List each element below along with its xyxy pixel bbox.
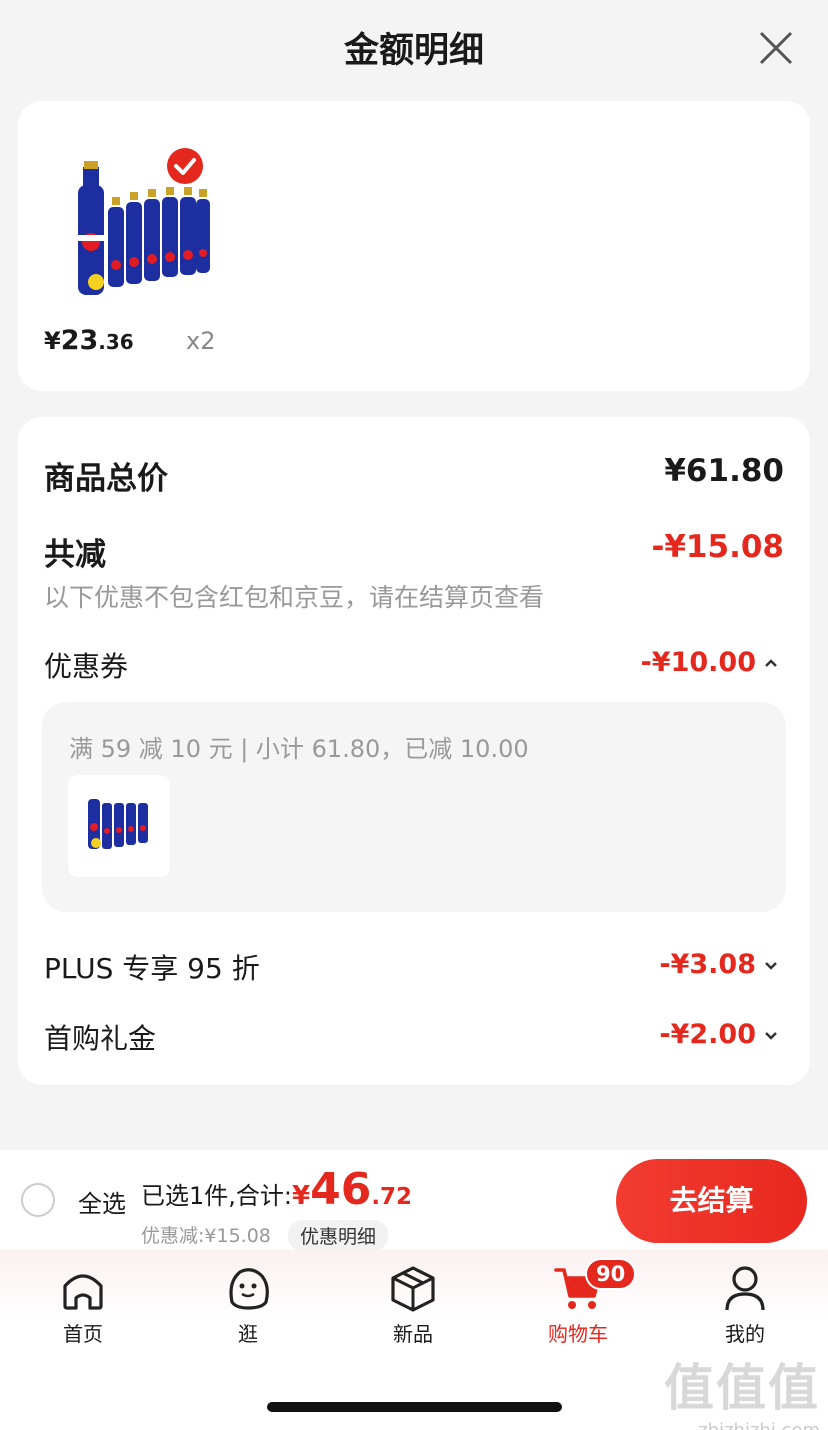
box-icon xyxy=(391,1266,435,1312)
coupon-label: 优惠券 xyxy=(44,650,129,683)
reduce-value: -¥15.08 xyxy=(651,529,785,565)
tab-label: 首页 xyxy=(63,1322,103,1346)
summary-line: 已选1件,合计: ¥46.72 xyxy=(141,1164,412,1215)
total-amount: ¥46.72 xyxy=(292,1164,412,1215)
chevron-down-icon xyxy=(765,1031,777,1040)
tab-label: 我的 xyxy=(725,1322,765,1346)
price-integer: 23 xyxy=(60,325,99,356)
product-thumbnail-image xyxy=(88,799,148,849)
total-label: 商品总价 xyxy=(44,461,168,497)
chevron-up-icon xyxy=(765,658,777,667)
coupon-product-thumbnail xyxy=(68,775,170,877)
total-integer: 46 xyxy=(310,1164,372,1215)
watermark-url: zhizhizhi.com xyxy=(664,1420,820,1430)
plus-discount-label: PLUS 专享 95 折 xyxy=(44,952,260,985)
home-indicator xyxy=(267,1402,562,1412)
watermark-logo: 值值值 xyxy=(664,1359,820,1417)
tab-new[interactable]: 新品 xyxy=(358,1262,468,1347)
first-purchase-gift-label: 首购礼金 xyxy=(44,1022,157,1055)
browse-icon xyxy=(229,1268,269,1310)
tab-label: 新品 xyxy=(393,1322,433,1346)
product-quantity: x2 xyxy=(186,327,216,355)
selected-check-icon[interactable] xyxy=(166,147,204,185)
user-icon xyxy=(725,1266,765,1311)
coupon-value: -¥10.00 xyxy=(640,647,756,678)
plus-discount-toggle[interactable]: -¥3.08 xyxy=(659,949,780,980)
tab-label: 逛 xyxy=(238,1322,258,1346)
price-decimal: .36 xyxy=(98,330,134,354)
home-icon xyxy=(63,1274,103,1310)
first-purchase-gift-value: -¥2.00 xyxy=(659,1019,756,1050)
cart-count-badge: 90 xyxy=(585,1258,637,1290)
tab-browse[interactable]: 逛 xyxy=(193,1262,303,1347)
first-purchase-gift-toggle[interactable]: -¥2.00 xyxy=(659,1019,780,1050)
tab-cart[interactable]: 购物车 90 xyxy=(523,1258,637,1347)
watermark: 值值值 zhizhizhi.com xyxy=(664,1348,820,1430)
checkout-bar: 全选 已选1件,合计: ¥46.72 优惠减:¥15.08 优惠明细 去结算 xyxy=(0,1150,828,1251)
price-symbol: ¥ xyxy=(44,327,61,355)
total-symbol: ¥ xyxy=(291,1181,311,1211)
total-value: ¥61.80 xyxy=(664,453,784,489)
product-card: ¥23.36 x2 xyxy=(18,101,810,391)
select-all-label[interactable]: 全选 xyxy=(78,1184,126,1219)
header: 金额明细 xyxy=(0,0,828,96)
discount-detail-link[interactable]: 优惠明细 xyxy=(288,1220,389,1251)
reduce-note: 以下优惠不包含红包和京豆，请在结算页查看 xyxy=(44,583,545,612)
coupon-detail-box: 满 59 减 10 元 | 小计 61.80，已减 10.00 xyxy=(42,702,786,912)
page-title: 金额明细 xyxy=(343,31,484,71)
discount-summary: 优惠减:¥15.08 xyxy=(141,1225,271,1247)
tab-me[interactable]: 我的 xyxy=(690,1262,800,1347)
coupon-rule-text: 满 59 减 10 元 | 小计 61.80，已减 10.00 xyxy=(69,735,529,763)
checkout-button[interactable]: 去结算 xyxy=(616,1159,807,1243)
summary-text: 已选1件,合计: xyxy=(141,1182,292,1210)
chevron-down-icon xyxy=(765,961,777,970)
reduce-label: 共减 xyxy=(44,537,106,573)
close-icon[interactable] xyxy=(758,30,794,66)
product-price: ¥23.36 xyxy=(44,325,134,356)
tab-label: 购物车 xyxy=(548,1322,608,1346)
plus-discount-value: -¥3.08 xyxy=(659,949,756,980)
coupon-toggle[interactable]: -¥10.00 xyxy=(641,647,780,678)
total-decimal: .72 xyxy=(371,1184,413,1210)
select-all-radio[interactable] xyxy=(21,1183,55,1217)
tab-home[interactable]: 首页 xyxy=(28,1262,138,1347)
price-detail-card: 商品总价 ¥61.80 共减 -¥15.08 以下优惠不包含红包和京豆，请在结算… xyxy=(18,417,810,1085)
